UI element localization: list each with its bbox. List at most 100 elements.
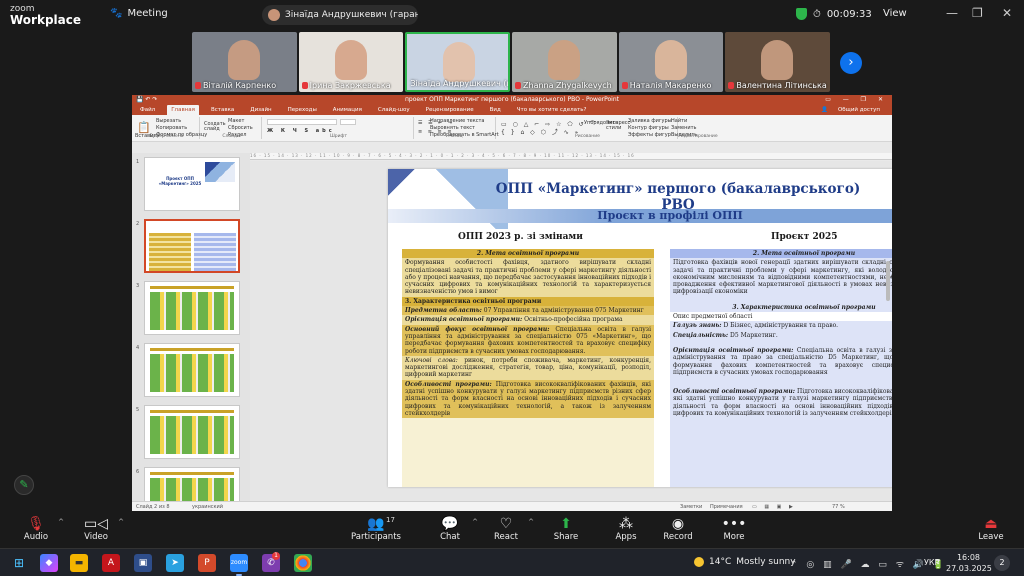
meeting-controls: 🎙 Audio ^ ▭◁ Video ^ 👥 Participants 17 💬…	[0, 512, 1024, 548]
font-size-field[interactable]	[340, 119, 356, 125]
active-speaker-pill[interactable]: Зінаїда Андрушкевич (гарант С	[262, 5, 418, 25]
view-mode-icons[interactable]: ▭ ▦ ▣ ▶	[752, 504, 796, 510]
participant-tile[interactable]: Наталія Макаренко	[618, 32, 724, 92]
ribbon-tab[interactable]: Анимация	[329, 105, 366, 115]
layout-button[interactable]: Макет	[228, 118, 244, 124]
clock-icon: ⏱	[813, 8, 821, 20]
zoom-top-bar: zoom Workplace 🐾 Meeting Зінаїда Андрушк…	[0, 0, 1024, 30]
zoom-taskbar-icon[interactable]: zoom	[230, 554, 248, 576]
right-features-label: Особливості освітньої програми:	[673, 388, 795, 396]
new-slide-button[interactable]: Создать слайд	[204, 122, 226, 132]
find-button[interactable]: Найти	[671, 118, 687, 124]
ribbon-tab[interactable]: Что вы хотите сделать?	[513, 105, 591, 115]
left-focus: Основний фокус освітньої програми: Спеці…	[402, 324, 654, 356]
text-direction-button[interactable]: Направление текста	[430, 118, 484, 124]
participant-tile[interactable]: Валентина Літинська	[725, 32, 831, 92]
participant-tile[interactable]: Віталій Карпенко	[192, 32, 297, 92]
copy-button[interactable]: Копировать	[156, 125, 187, 131]
monitor-app-icon[interactable]: ▣	[134, 554, 152, 572]
acrobat-icon[interactable]: A	[102, 554, 120, 572]
slide-thumbnail[interactable]	[144, 343, 240, 397]
notes-button[interactable]: Заметки	[680, 504, 702, 510]
more-button[interactable]: ••• More	[704, 516, 764, 542]
keyboard-language[interactable]: УКР	[924, 558, 939, 567]
left-orientation-value: Освітньо-професійна програма	[524, 316, 623, 324]
leave-button[interactable]: ⏏ Leave	[972, 516, 1010, 542]
chat-button[interactable]: 💬 Chat ^	[420, 516, 480, 542]
participant-tile[interactable]: Ірина Закржевська	[298, 32, 404, 92]
thumbnail-number: 2	[136, 221, 140, 227]
ribbon-tab[interactable]: Вставка	[207, 105, 238, 115]
comments-button[interactable]: Примечания	[710, 504, 743, 510]
align-text-button[interactable]: Выровнять текст	[430, 125, 475, 131]
system-clock[interactable]: 16:08 27.03.2025	[946, 552, 992, 574]
close-icon[interactable]: ✕	[1002, 6, 1012, 20]
apps-button[interactable]: ⁂ Apps	[596, 516, 656, 542]
ribbon-tab[interactable]: Переходы	[284, 105, 321, 115]
slide-thumbnail[interactable]	[144, 281, 240, 335]
slide-thumbnail[interactable]: Проєкт ОПП «Маркетинг» 2025	[144, 157, 240, 211]
smartart-button[interactable]: Преобразовать в SmartArt	[430, 132, 499, 138]
shape-outline-button[interactable]: Контур фигуры	[628, 125, 669, 131]
powerpoint-icon[interactable]: P	[198, 554, 216, 572]
ribbon-tab[interactable]: Файл	[136, 105, 159, 115]
save-icon[interactable]: 💾 ↶ ↷	[136, 95, 157, 105]
participant-tile[interactable]: Zhanna Zhygalkevych	[512, 32, 617, 92]
restore-icon[interactable]: ❐	[972, 6, 983, 20]
mic-muted-icon	[301, 82, 308, 89]
chevron-up-icon[interactable]: ^	[58, 518, 64, 526]
chrome-icon[interactable]	[294, 554, 312, 572]
reset-button[interactable]: Сбросить	[228, 125, 253, 131]
current-slide[interactable]: ОПП «Маркетинг» першого (бакалаврського)…	[388, 169, 892, 487]
language-indicator[interactable]: украинский	[192, 504, 223, 510]
telegram-icon[interactable]: ➤	[166, 554, 184, 572]
share-screen-button[interactable]: ⬆ Share	[536, 516, 596, 542]
ribbon-tab[interactable]: Вид	[486, 105, 505, 115]
arrange-button[interactable]: Упорядочить	[584, 121, 618, 126]
record-button[interactable]: ◉ Record	[648, 516, 708, 542]
audio-button[interactable]: 🎙 Audio ^	[6, 516, 66, 542]
annotate-pencil-icon[interactable]: ✎	[14, 475, 34, 495]
ribbon-tab[interactable]: Главная	[167, 105, 199, 115]
view-button[interactable]: View	[883, 8, 907, 19]
participants-button[interactable]: 👥 Participants 17	[346, 516, 406, 542]
chevron-up-icon[interactable]: ^	[118, 518, 124, 526]
left-domain-label: Предметна область:	[405, 307, 482, 315]
slide-thumbnail[interactable]	[144, 405, 240, 459]
slide-editing-area[interactable]: ОПП «Маркетинг» першого (бакалаврського)…	[250, 161, 892, 501]
copilot-icon[interactable]: ◆	[40, 554, 58, 572]
audio-label: Audio	[23, 532, 49, 542]
notification-center[interactable]: 2	[994, 555, 1010, 571]
shield-icon	[796, 8, 807, 20]
replace-button[interactable]: Заменить	[671, 125, 697, 131]
chevron-up-icon[interactable]: ^	[528, 518, 534, 526]
ribbon-tab[interactable]: Дизайн	[246, 105, 275, 115]
slide-thumbnail[interactable]	[144, 219, 240, 273]
zoom-level[interactable]: 77 %	[832, 504, 845, 510]
right-orientation-label: Орієнтація освітньої програми:	[673, 346, 794, 354]
video-button[interactable]: ▭◁ Video ^	[66, 516, 126, 542]
cut-button[interactable]: Вырезать	[156, 118, 181, 124]
next-page-button[interactable]: ›	[840, 52, 862, 74]
left-section-characteristics-header: 3. Характеристика освітньої програми	[402, 296, 654, 307]
font-name-field[interactable]	[267, 119, 337, 125]
horizontal-ruler: 16 · 15 · 14 · 13 · 12 · 11 · 10 · 9 · 8…	[250, 153, 892, 160]
weather-widget[interactable]: 14°C Mostly sunny	[694, 557, 796, 567]
minimize-icon[interactable]: —	[946, 6, 958, 20]
ribbon-tab[interactable]: Рецензирование	[422, 105, 478, 115]
ppt-title-bar: 💾 ↶ ↷ проект ОПП Маркетинг першого (бака…	[132, 95, 892, 105]
share-button[interactable]: 👤 Общий доступ	[813, 105, 888, 115]
meeting-timer[interactable]: ⏱ 00:09:33	[796, 8, 872, 20]
quick-styles-button[interactable]: Экспресс-стили	[606, 121, 632, 131]
meeting-menu[interactable]: 🐾 Meeting	[110, 8, 168, 19]
right-column-header: Проєкт 2025	[771, 232, 838, 242]
react-button[interactable]: ♡ React ^	[476, 516, 536, 542]
slide-thumbnails-pane[interactable]: 1 Проєкт ОПП «Маркетинг» 2025 2 3 4 5 6	[132, 153, 250, 511]
shape-fill-button[interactable]: Заливка фигуры	[628, 118, 672, 124]
ribbon-tab[interactable]: Слайд-шоу	[374, 105, 414, 115]
ppt-window-controls[interactable]: ▭ — ❐ ✕	[825, 95, 888, 105]
file-explorer-icon[interactable]: ▬	[70, 554, 88, 572]
participant-tile[interactable]: Зінаїда Андрушкевич (га	[405, 32, 511, 92]
windows-start-icon[interactable]: ⊞	[10, 554, 28, 572]
vertical-scrollbar[interactable]	[886, 261, 890, 301]
